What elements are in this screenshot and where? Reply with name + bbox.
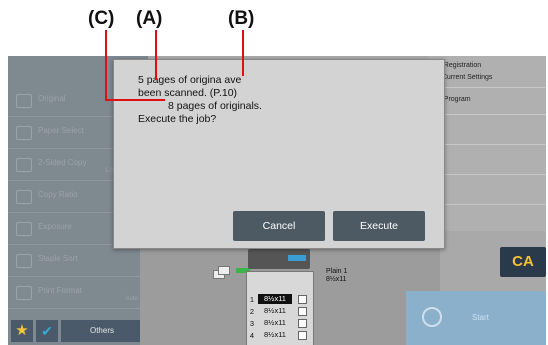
cancel-button[interactable]: Cancel	[233, 211, 325, 241]
dialog-message-line-1: 5 pages of origina ave	[138, 74, 242, 86]
tray-paper-size: 8½x11	[264, 306, 286, 315]
divider	[428, 114, 546, 115]
sidebar-item-staple-sort[interactable]: Staple Sort	[8, 246, 148, 277]
exposure-icon	[16, 222, 32, 236]
clear-all-button[interactable]: CA	[500, 247, 546, 277]
sidebar-item-label: Exposure	[38, 222, 72, 231]
star-icon: ★	[15, 322, 29, 339]
confirmation-dialog: 5 pages of origina ave been scanned. (P.…	[113, 59, 445, 249]
staple-icon	[16, 254, 32, 268]
divider	[428, 144, 546, 145]
tray-checkbox	[298, 319, 307, 328]
callout-b-label: (B)	[228, 8, 255, 29]
tray-3[interactable]: 3 8½x11	[248, 318, 308, 329]
sidebar-item-label: 2-Sided Copy	[38, 158, 87, 167]
format-icon	[16, 286, 32, 300]
callout-c-leader-line-horizontal	[105, 99, 165, 101]
divider	[428, 204, 546, 205]
original-icon	[16, 94, 32, 108]
sidebar-item-print-format[interactable]: Print Format Auto	[8, 278, 148, 309]
bypass-paper-size: 8½x11	[326, 276, 347, 283]
right-panel: m Registration e Current Settings to Pro…	[428, 56, 546, 231]
check-button[interactable]: ✔	[36, 320, 58, 342]
bypass-paper-type: Plain 1	[326, 268, 348, 275]
callout-a-label: (A)	[136, 8, 163, 29]
start-button[interactable]: Start	[406, 291, 546, 345]
tray-4[interactable]: 4 8½x11	[248, 330, 308, 341]
tray-paper-size: 8½x11	[264, 330, 286, 339]
bypass-tray-info[interactable]: Plain 1 8½x11	[326, 268, 347, 284]
dialog-message-line-4: Execute the job?	[138, 113, 217, 125]
favorite-star-button[interactable]: ★	[11, 320, 33, 342]
copier-panel-accent	[288, 255, 306, 261]
callout-a-leader-line	[155, 30, 157, 80]
dialog-message-line-2: been scanned. (P.10)	[138, 87, 238, 99]
callout-c-label: (C)	[88, 8, 115, 29]
divider	[428, 174, 546, 175]
bottom-bar: ★ ✔ Others	[8, 316, 148, 345]
tray-2[interactable]: 2 8½x11	[248, 306, 308, 317]
sidebar-item-label: Copy Ratio	[38, 190, 78, 199]
callout-b-leader-line	[242, 30, 244, 76]
duplex-icon	[16, 158, 32, 172]
tray-checkbox	[298, 307, 307, 316]
tray-number: 4	[249, 331, 255, 340]
paper-icon	[16, 126, 32, 140]
tray-number: 1	[249, 295, 255, 304]
execute-button[interactable]: Execute	[333, 211, 425, 241]
tray-number: 3	[249, 319, 255, 328]
start-icon	[422, 307, 442, 327]
tray-checkbox	[298, 295, 307, 304]
original-documents-icon	[213, 266, 233, 280]
others-button[interactable]: Others	[61, 320, 143, 342]
tray-number: 2	[249, 307, 255, 316]
sidebar-item-label: Staple Sort	[38, 254, 78, 263]
start-label: Start	[472, 313, 489, 322]
tray-paper-size: 8½x11	[258, 294, 292, 304]
sidebar-item-label: Paper Select	[38, 126, 84, 135]
sidebar-item-label: Print Format	[38, 286, 83, 295]
checkmark-icon: ✔	[41, 323, 53, 339]
sidebar-item-sub: Auto	[125, 296, 138, 302]
callout-c-leader-line-vertical	[105, 30, 107, 100]
divider	[428, 87, 546, 88]
dialog-message-line-3: 8 pages of originals.	[168, 100, 262, 112]
tray-checkbox	[298, 331, 307, 340]
tray-1[interactable]: 1 8½x11	[248, 294, 308, 305]
sidebar-item-label: Original	[38, 94, 66, 103]
tray-paper-size: 8½x11	[264, 318, 286, 327]
ratio-icon	[16, 190, 32, 204]
